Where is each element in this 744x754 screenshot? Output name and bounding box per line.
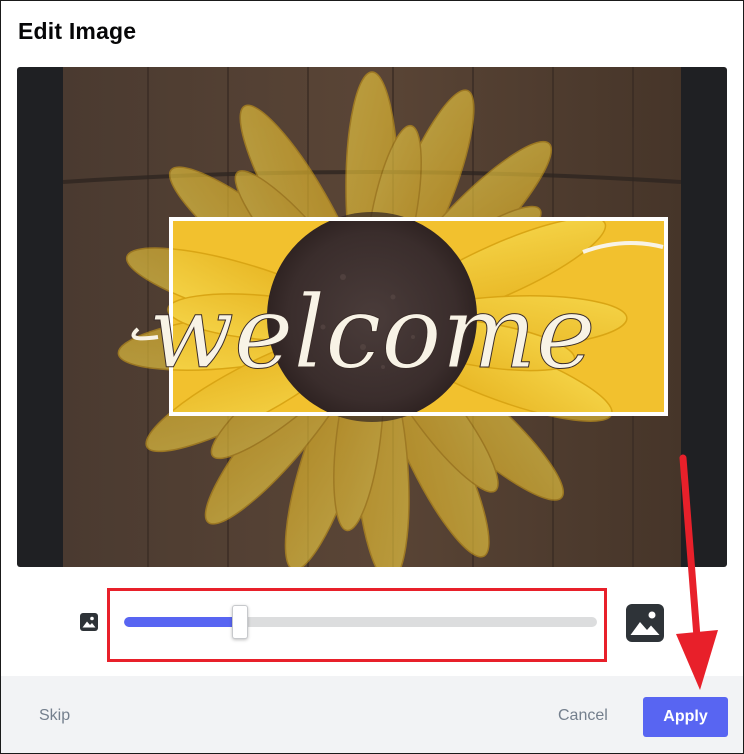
image-large-icon	[626, 604, 664, 642]
image-preview-area: welcome	[17, 67, 727, 567]
zoom-slider-row	[0, 588, 744, 662]
apply-button[interactable]: Apply	[643, 697, 728, 737]
skip-button[interactable]: Skip	[39, 707, 70, 725]
sunflower-photo[interactable]: welcome	[63, 67, 681, 567]
cancel-button[interactable]: Cancel	[558, 707, 608, 725]
welcome-lettering: welcome	[131, 241, 664, 392]
dialog-title: Edit Image	[18, 18, 137, 44]
zoom-slider-fill	[124, 617, 240, 627]
welcome-text: welcome	[149, 274, 596, 391]
zoom-slider-track[interactable]	[124, 617, 597, 627]
image-small-icon	[80, 613, 98, 631]
dialog-footer: Skip Cancel Apply	[1, 676, 743, 753]
zoom-slider-handle[interactable]	[231, 605, 248, 639]
